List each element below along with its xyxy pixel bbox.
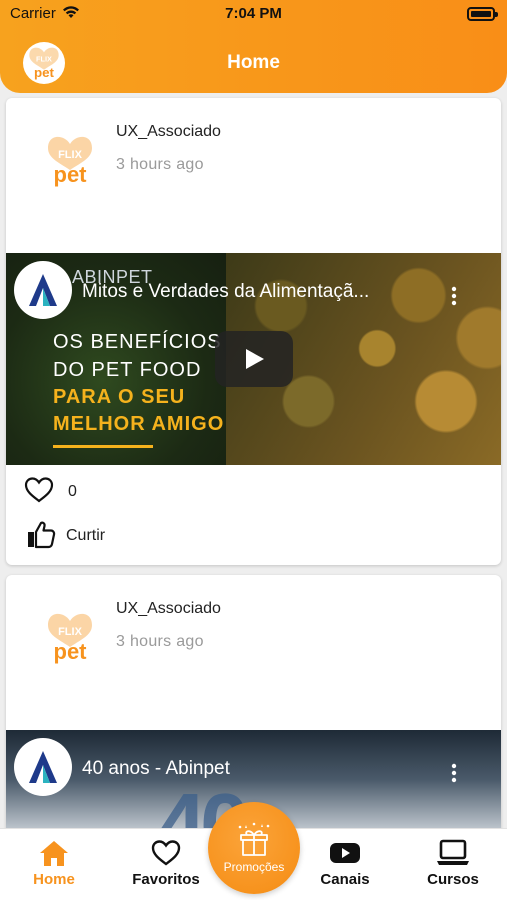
video-title[interactable]: Mitos e Verdades da Alimentaçã... xyxy=(82,281,442,303)
feed-post: FLIX pet UX_Associado 3 hours ago 40 40 … xyxy=(6,575,501,835)
more-options-icon[interactable] xyxy=(449,285,459,307)
tab-home[interactable]: Home xyxy=(4,839,104,888)
abinpet-logo-icon xyxy=(29,274,57,306)
post-avatar: FLIX pet xyxy=(40,609,100,665)
curtir-button[interactable]: Curtir xyxy=(26,520,105,552)
thumbnail-text: DO PET FOOD xyxy=(53,359,202,381)
svg-text:FLIX: FLIX xyxy=(58,149,82,161)
promocoes-label: Promoções xyxy=(223,860,285,874)
video-player[interactable]: OS BENEFÍCIOS DO PET FOOD PARA O SEU MEL… xyxy=(6,253,501,465)
battery-icon xyxy=(467,7,498,21)
post-timestamp: 3 hours ago xyxy=(116,156,204,173)
app-header: Carrier 7:04 PM FLIX pet Home xyxy=(0,0,507,93)
post-timestamp: 3 hours ago xyxy=(116,633,204,650)
post-author[interactable]: UX_Associado xyxy=(116,123,221,141)
status-bar: Carrier 7:04 PM xyxy=(0,0,507,30)
tab-favoritos[interactable]: Favoritos xyxy=(116,839,216,888)
laptop-icon xyxy=(437,839,469,865)
flixpet-logo-icon: FLIX pet xyxy=(48,613,92,664)
post-author[interactable]: UX_Associado xyxy=(116,600,221,618)
like-count: 0 xyxy=(68,483,77,500)
page-title: Home xyxy=(227,52,280,73)
heart-icon[interactable] xyxy=(24,476,54,508)
flixpet-logo-icon: FLIX pet xyxy=(48,136,92,187)
thumbs-up-icon xyxy=(26,519,56,554)
more-options-icon[interactable] xyxy=(449,762,459,784)
channel-avatar[interactable] xyxy=(14,261,72,319)
feed-post: FLIX pet UX_Associado 3 hours ago OS BEN… xyxy=(6,98,501,565)
tab-cursos[interactable]: Cursos xyxy=(403,839,503,888)
like-row: 0 xyxy=(24,476,77,508)
post-avatar: FLIX pet xyxy=(40,132,100,188)
curtir-label: Curtir xyxy=(66,527,106,544)
thumbnail-text: OS BENEFÍCIOS xyxy=(53,331,222,353)
channel-avatar[interactable] xyxy=(14,738,72,796)
heart-icon xyxy=(151,840,181,866)
tab-label: Favoritos xyxy=(132,871,200,888)
home-icon xyxy=(40,841,68,866)
svg-text:FLIX: FLIX xyxy=(58,626,82,638)
tab-label: Cursos xyxy=(427,871,479,888)
svg-text:pet: pet xyxy=(54,639,88,664)
thumbnail-text: MELHOR AMIGO xyxy=(53,413,225,435)
play-button[interactable] xyxy=(215,331,293,387)
gift-icon xyxy=(238,822,270,856)
play-icon xyxy=(246,349,264,369)
video-title[interactable]: 40 anos - Abinpet xyxy=(82,758,442,780)
status-time: 7:04 PM xyxy=(225,5,282,22)
thumbnail-underline xyxy=(53,445,153,448)
svg-text:pet: pet xyxy=(54,162,88,187)
tab-label: Canais xyxy=(320,871,370,888)
youtube-icon xyxy=(330,843,360,863)
tab-canais[interactable]: Canais xyxy=(295,839,395,888)
abinpet-logo-icon xyxy=(29,751,57,783)
promocoes-button[interactable]: Promoções xyxy=(208,802,300,894)
thumbnail-text: PARA O SEU xyxy=(53,386,186,408)
tab-label: Home xyxy=(33,871,75,888)
